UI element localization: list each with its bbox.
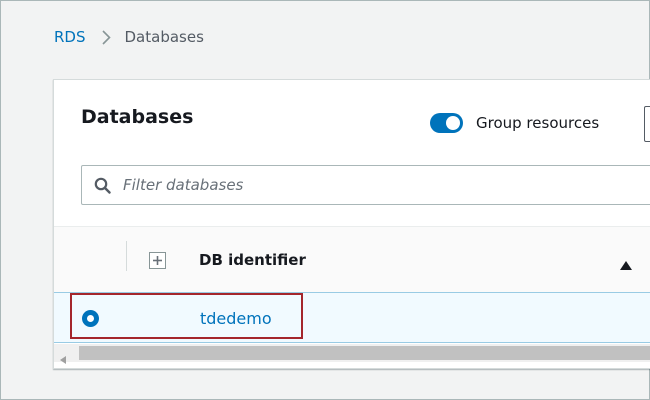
column-header-db-identifier[interactable]: DB identifier (199, 251, 306, 269)
databases-panel: Databases Group resources DB identifier (53, 79, 650, 369)
table-row[interactable]: tdedemo (54, 292, 650, 343)
table-header: DB identifier (54, 226, 650, 292)
chevron-right-icon (101, 29, 111, 45)
filter-search-box[interactable] (81, 165, 650, 205)
toggle-knob (446, 116, 460, 130)
expand-plus-icon[interactable] (149, 252, 166, 273)
group-resources-label: Group resources (476, 114, 600, 132)
breadcrumb-current: Databases (124, 28, 204, 46)
highlight-annotation-box (70, 293, 303, 339)
column-divider (126, 241, 127, 271)
horizontal-scrollbar[interactable] (54, 344, 650, 364)
actions-button[interactable] (644, 106, 650, 142)
search-icon (94, 177, 111, 194)
toggle-switch[interactable] (430, 113, 463, 133)
sort-up-icon[interactable] (620, 255, 632, 274)
panel-title: Databases (81, 106, 194, 128)
group-resources-toggle[interactable]: Group resources (430, 113, 599, 133)
breadcrumb-rds-link[interactable]: RDS (54, 28, 86, 46)
breadcrumb: RDS Databases (54, 28, 204, 46)
scrollbar-thumb[interactable] (79, 346, 650, 360)
filter-databases-input[interactable] (123, 176, 623, 194)
scroll-left-icon[interactable] (60, 349, 66, 368)
